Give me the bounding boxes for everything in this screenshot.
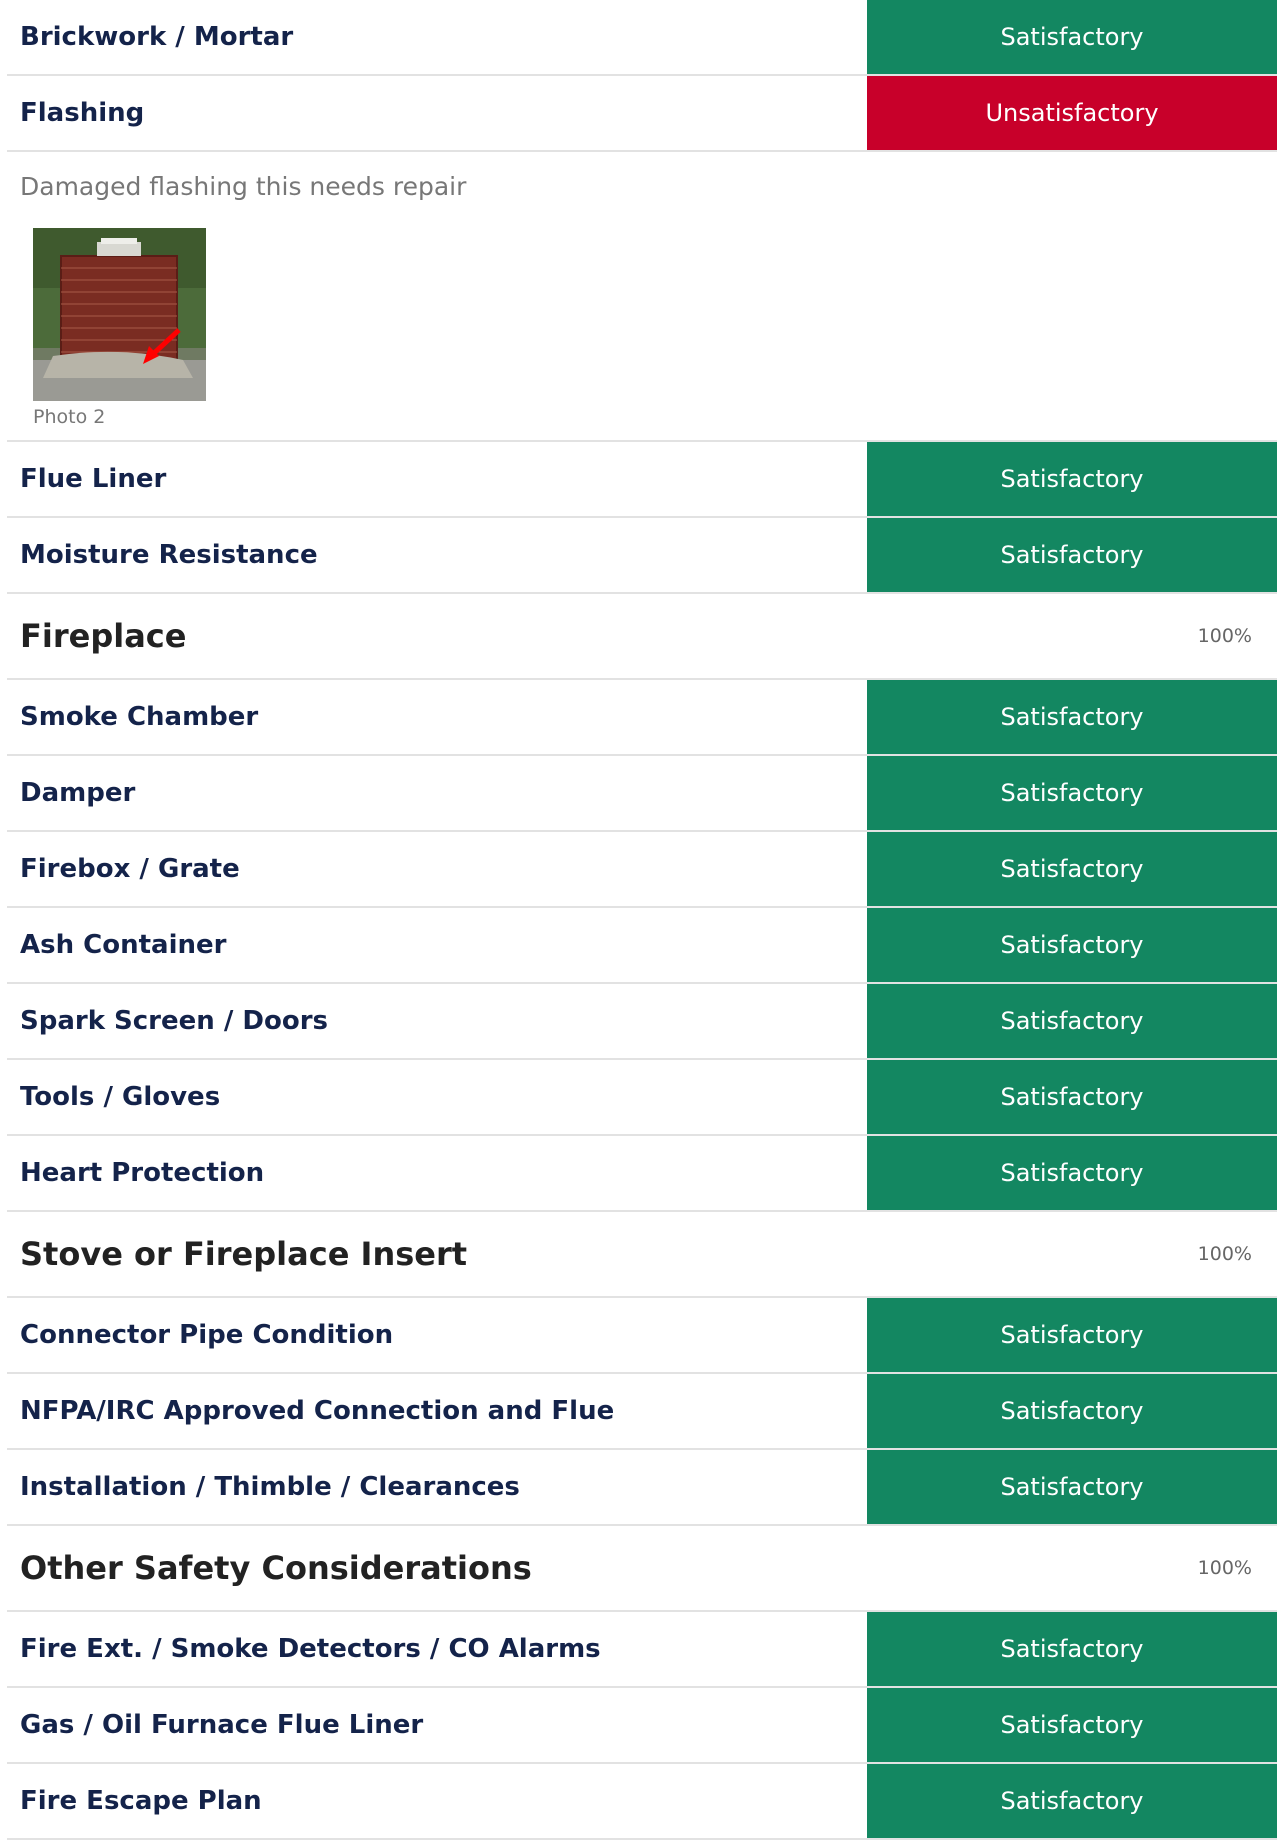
status-badge: Satisfactory (867, 984, 1277, 1058)
item-label: Spark Screen / Doors (20, 1006, 328, 1036)
status-badge: Satisfactory (867, 0, 1277, 74)
item-row: Gas / Oil Furnace Flue Liner Satisfactor… (7, 1688, 1277, 1764)
item-label: NFPA/IRC Approved Connection and Flue (20, 1396, 615, 1426)
item-label: Damper (20, 778, 136, 808)
item-row: Ash Container Satisfactory (7, 908, 1277, 984)
item-label: Heart Protection (20, 1158, 265, 1188)
status-badge: Satisfactory (867, 1450, 1277, 1524)
status-badge: Unsatisfactory (867, 76, 1277, 150)
status-badge: Satisfactory (867, 1298, 1277, 1372)
status-badge: Satisfactory (867, 832, 1277, 906)
status-badge: Satisfactory (867, 1764, 1277, 1838)
item-label: Firebox / Grate (20, 854, 240, 884)
status-badge: Satisfactory (867, 518, 1277, 592)
item-row: NFPA/IRC Approved Connection and Flue Sa… (7, 1374, 1277, 1450)
item-label: Connector Pipe Condition (20, 1320, 394, 1350)
status-badge: Satisfactory (867, 1688, 1277, 1762)
item-row-flashing: Flashing Unsatisfactory (7, 76, 1277, 152)
item-row: Firebox / Grate Satisfactory (7, 832, 1277, 908)
item-row: Fire Ext. / Smoke Detectors / CO Alarms … (7, 1612, 1277, 1688)
item-label: Smoke Chamber (20, 702, 259, 732)
item-row: Heart Protection Satisfactory (7, 1136, 1277, 1212)
inspector-comment: Damaged flashing this needs repair (20, 172, 467, 201)
item-row-brickwork: Brickwork / Mortar Satisfactory (7, 0, 1277, 76)
item-label: Tools / Gloves (20, 1082, 221, 1112)
status-badge: Satisfactory (867, 442, 1277, 516)
section-header-other-safety: Other Safety Considerations 100% (7, 1526, 1277, 1612)
inspection-report: Brickwork / Mortar Satisfactory Flashing… (0, 0, 1277, 1840)
status-badge: Satisfactory (867, 756, 1277, 830)
section-title: Other Safety Considerations (20, 1549, 532, 1587)
item-row-moisture-resistance: Moisture Resistance Satisfactory (7, 518, 1277, 594)
chimney-photo-image (33, 228, 206, 401)
item-label: Gas / Oil Furnace Flue Liner (20, 1710, 424, 1740)
section-header-stove-insert: Stove or Fireplace Insert 100% (7, 1212, 1277, 1298)
section-score: 100% (1197, 1557, 1252, 1579)
chimney-photo-thumbnail[interactable] (33, 228, 206, 401)
item-label: Flashing (20, 98, 145, 128)
item-label: Flue Liner (20, 464, 167, 494)
item-label: Fire Ext. / Smoke Detectors / CO Alarms (20, 1634, 601, 1664)
item-label: Fire Escape Plan (20, 1786, 262, 1816)
item-row: Tools / Gloves Satisfactory (7, 1060, 1277, 1136)
section-score: 100% (1197, 1243, 1252, 1265)
section-title: Stove or Fireplace Insert (20, 1235, 468, 1273)
status-badge: Satisfactory (867, 680, 1277, 754)
photo-caption: Photo 2 (33, 406, 106, 428)
item-row: Installation / Thimble / Clearances Sati… (7, 1450, 1277, 1526)
flashing-comment-block: Damaged flashing this needs repair Photo… (7, 152, 1277, 442)
section-score: 100% (1197, 625, 1252, 647)
status-badge: Satisfactory (867, 1612, 1277, 1686)
section-header-fireplace: Fireplace 100% (7, 594, 1277, 680)
section-title: Fireplace (20, 617, 187, 655)
item-label: Brickwork / Mortar (20, 22, 294, 52)
item-label: Installation / Thimble / Clearances (20, 1472, 520, 1502)
item-label: Ash Container (20, 930, 227, 960)
status-badge: Satisfactory (867, 1374, 1277, 1448)
item-row-flue-liner: Flue Liner Satisfactory (7, 442, 1277, 518)
status-badge: Satisfactory (867, 1136, 1277, 1210)
item-row: Fire Escape Plan Satisfactory (7, 1764, 1277, 1840)
status-badge: Satisfactory (867, 1060, 1277, 1134)
item-row: Damper Satisfactory (7, 756, 1277, 832)
item-row: Smoke Chamber Satisfactory (7, 680, 1277, 756)
status-badge: Satisfactory (867, 908, 1277, 982)
item-row: Spark Screen / Doors Satisfactory (7, 984, 1277, 1060)
item-label: Moisture Resistance (20, 540, 318, 570)
item-row: Connector Pipe Condition Satisfactory (7, 1298, 1277, 1374)
